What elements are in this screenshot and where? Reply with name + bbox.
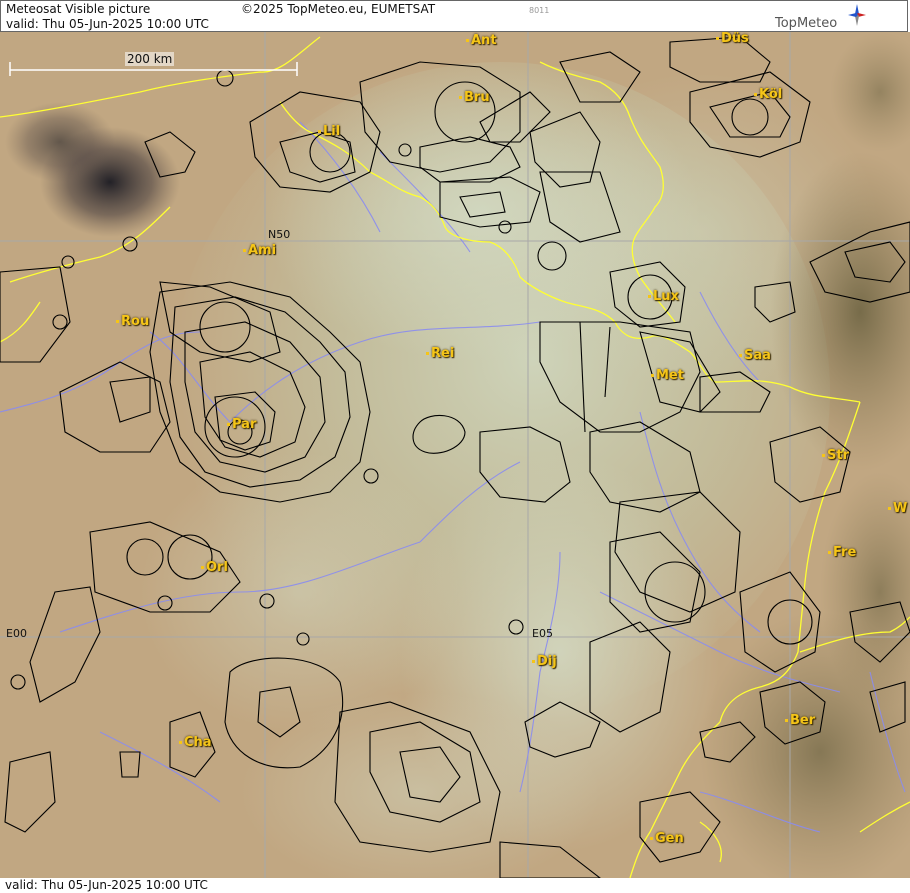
city-label: Gen (650, 832, 684, 846)
image-code: 8011 (529, 6, 550, 15)
city-label: Saa (739, 349, 771, 363)
city-label: Ant (466, 34, 497, 48)
grid-label-e05: E05 (532, 627, 553, 640)
valid-time: valid: Thu 05-Jun-2025 10:00 UTC (6, 17, 209, 31)
grid-label-n50: N50 (268, 228, 291, 241)
city-label: Cha (179, 736, 212, 750)
city-label: Met (651, 369, 684, 383)
copyright-text: ©2025 TopMeteo.eu, EUMETSAT (241, 2, 436, 16)
city-label: Ami (243, 244, 276, 258)
city-label: Fre (828, 546, 856, 560)
map-svg (0, 32, 910, 878)
city-label: Orl (201, 561, 228, 575)
logo-text: TopMeteo (775, 16, 838, 31)
city-label: Rou (116, 315, 149, 329)
city-label: Lux (648, 290, 679, 304)
city-label: Par (227, 418, 256, 432)
footer-bar: valid: Thu 05-Jun-2025 10:00 UTC (0, 878, 910, 893)
grid-label-e00: E00 (6, 627, 27, 640)
city-label: Düs (716, 32, 749, 46)
header-bar: Meteosat Visible picture ©2025 TopMeteo.… (0, 0, 908, 32)
city-label: Ber (785, 714, 815, 728)
city-label: W (888, 502, 907, 516)
map-title: Meteosat Visible picture (6, 2, 151, 16)
city-label: Str (822, 449, 849, 463)
city-label: Dij (532, 655, 557, 669)
city-label: Köl (754, 88, 782, 102)
city-label: Rei (426, 347, 454, 361)
city-label: Bru (459, 91, 490, 105)
satellite-map-frame: Meteosat Visible picture ©2025 TopMeteo.… (0, 0, 910, 893)
satellite-image-area: 200 km N50 E00 E05 Ant Düs Bru Köl Lil A… (0, 32, 910, 878)
city-label: Lil (318, 125, 340, 139)
scale-label: 200 km (125, 52, 175, 66)
footer-valid-time: valid: Thu 05-Jun-2025 10:00 UTC (5, 878, 208, 892)
compass-star-icon (848, 4, 866, 26)
topmeteo-logo: TopMeteo (773, 3, 893, 31)
